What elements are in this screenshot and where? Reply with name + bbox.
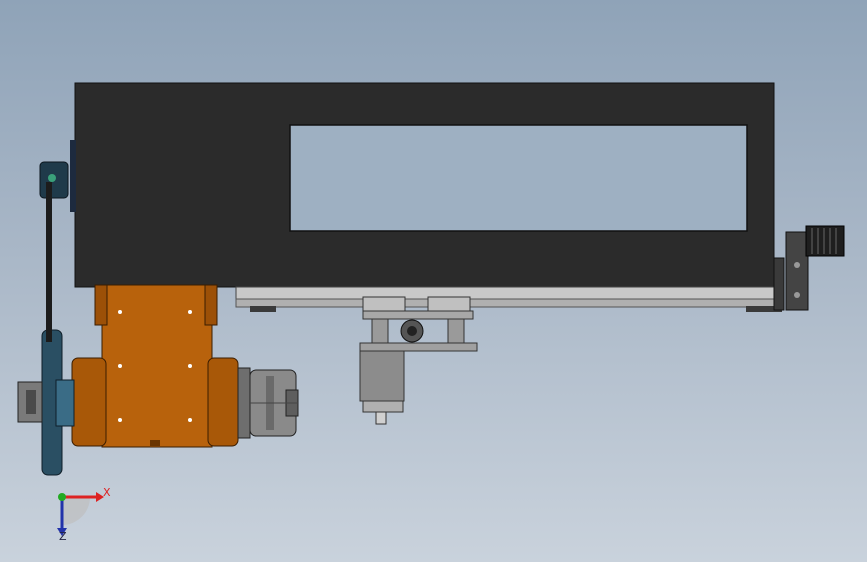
cad-viewport[interactable]: X Z: [0, 0, 867, 562]
chuck[interactable]: [237, 367, 299, 439]
axis-z-label: Z: [59, 530, 67, 543]
axis-x-label: X: [103, 486, 111, 499]
frame-side-plate: [70, 140, 76, 212]
stepper-motor[interactable]: [773, 225, 845, 311]
drive-belt: [46, 182, 52, 342]
triad-plane: [62, 497, 90, 525]
tool-post[interactable]: [359, 350, 405, 425]
frame-window: [289, 124, 748, 232]
triad-origin: [58, 493, 66, 501]
guide-rail[interactable]: [235, 286, 782, 312]
spindle-block[interactable]: [71, 284, 239, 448]
frame-housing[interactable]: [70, 82, 775, 288]
cad-model[interactable]: [0, 0, 867, 562]
